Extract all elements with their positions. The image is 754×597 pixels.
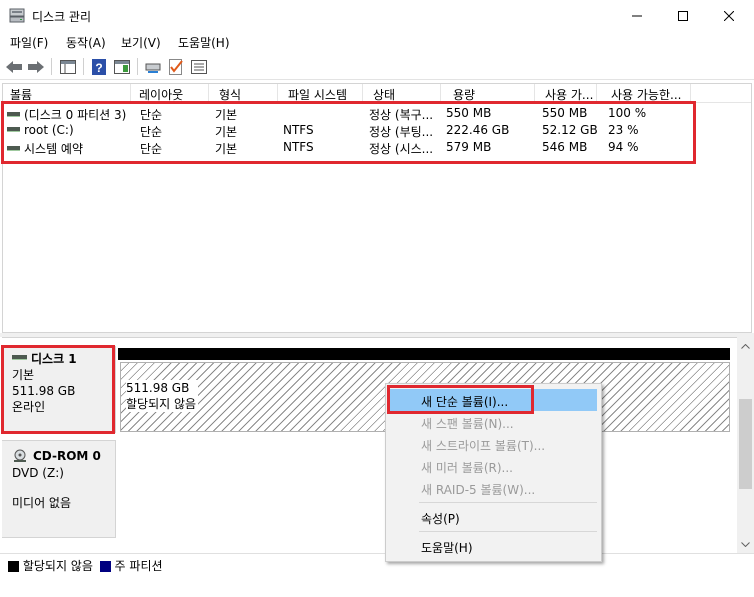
help-book-icon: ? xyxy=(92,58,106,75)
menu-item-new-striped-volume[interactable]: 새 스트라이프 볼륨(T)... xyxy=(389,433,597,455)
list-view-icon xyxy=(191,59,207,74)
maximize-icon xyxy=(678,10,688,21)
unallocated-size: 511.98 GB xyxy=(126,381,190,395)
disk-management-app-icon xyxy=(9,8,25,23)
menu-item-new-spanned-volume[interactable]: 새 스팬 볼륨(N)... xyxy=(389,411,597,433)
svg-text:?: ? xyxy=(95,61,102,75)
menu-bar: 파일(F) 동작(A) 보기(V) 도움말(H) xyxy=(0,31,754,53)
legend-bar: 할당되지 않음 주 파티션 xyxy=(0,553,754,573)
cdrom-media: 미디어 없음 xyxy=(12,496,72,510)
menu-separator xyxy=(419,531,597,532)
toolbar-separator xyxy=(51,58,52,75)
disk-connect-icon xyxy=(145,63,161,73)
close-icon xyxy=(724,10,734,21)
legend-items: 할당되지 않음 주 파티션 xyxy=(8,557,163,574)
legend-unallocated-swatch xyxy=(8,561,19,572)
unallocated-label: 할당되지 않음 xyxy=(126,397,197,411)
legend-primary-swatch xyxy=(99,561,111,572)
connect-disk-button[interactable] xyxy=(143,57,163,76)
action-pane-icon xyxy=(114,59,130,74)
minimize-button[interactable] xyxy=(614,0,660,31)
disk1-highlight-box xyxy=(1,345,115,434)
cd-drive-icon xyxy=(14,449,26,462)
menu-help[interactable]: 도움말(H) xyxy=(178,34,230,51)
back-button[interactable] xyxy=(4,57,24,76)
legend-primary-label: 주 파티션 xyxy=(114,559,163,573)
toolbar: ? xyxy=(0,53,754,80)
help-button[interactable]: ? xyxy=(89,57,109,76)
chevron-down-icon xyxy=(741,541,750,547)
menu-view[interactable]: 보기(V) xyxy=(121,34,161,51)
toolbar-separator xyxy=(83,58,84,75)
disk-management-window: 디스크 관리 파일(F) 동작(A) 보기(V) 도움말(H) ? 볼륨 레이아… xyxy=(0,0,754,597)
cdrom-drive: DVD (Z:) xyxy=(12,466,64,480)
forward-arrow-icon xyxy=(28,60,44,73)
unallocated-text: 511.98 GB 할당되지 않음 xyxy=(126,380,199,412)
unallocated-header-bar xyxy=(118,348,730,360)
graphical-view-scrollbar[interactable] xyxy=(737,337,754,553)
back-arrow-icon xyxy=(6,60,22,73)
menu-item-new-mirrored-volume[interactable]: 새 미러 볼륨(R)... xyxy=(389,455,597,477)
menu-item-properties[interactable]: 속성(P) xyxy=(389,506,597,528)
close-button[interactable] xyxy=(706,0,752,31)
menu-separator xyxy=(419,502,597,503)
cdrom-label-panel[interactable]: CD-ROM 0 DVD (Z:) 미디어 없음 xyxy=(2,440,116,538)
cdrom-title: CD-ROM 0 xyxy=(33,449,101,463)
checkmark-document-icon xyxy=(169,58,183,75)
scroll-up-button[interactable] xyxy=(737,339,754,353)
forward-button[interactable] xyxy=(26,57,46,76)
minimize-icon xyxy=(632,15,642,16)
show-action-pane-button[interactable] xyxy=(112,57,132,76)
menu-item-help[interactable]: 도움말(H) xyxy=(389,535,597,557)
cdrom-title-row: CD-ROM 0 xyxy=(12,448,115,464)
maximize-button[interactable] xyxy=(660,0,706,31)
title-bar: 디스크 관리 xyxy=(0,0,754,31)
scroll-down-button[interactable] xyxy=(737,537,754,551)
show-console-tree-button[interactable] xyxy=(58,57,78,76)
menu-item-new-raid5-volume[interactable]: 새 RAID-5 볼륨(W)... xyxy=(389,477,597,499)
menu-file[interactable]: 파일(F) xyxy=(10,34,48,51)
scroll-thumb[interactable] xyxy=(739,399,752,489)
check-properties-button[interactable] xyxy=(166,57,186,76)
volume-rows-highlight-box xyxy=(1,101,696,164)
list-view-button[interactable] xyxy=(189,57,209,76)
new-simple-volume-highlight-box xyxy=(387,385,534,414)
toolbar-separator xyxy=(137,58,138,75)
console-tree-icon xyxy=(60,59,76,74)
menu-action[interactable]: 동작(A) xyxy=(66,34,106,51)
window-title: 디스크 관리 xyxy=(32,10,92,24)
legend-unallocated-label: 할당되지 않음 xyxy=(22,559,93,573)
chevron-up-icon xyxy=(741,343,750,349)
